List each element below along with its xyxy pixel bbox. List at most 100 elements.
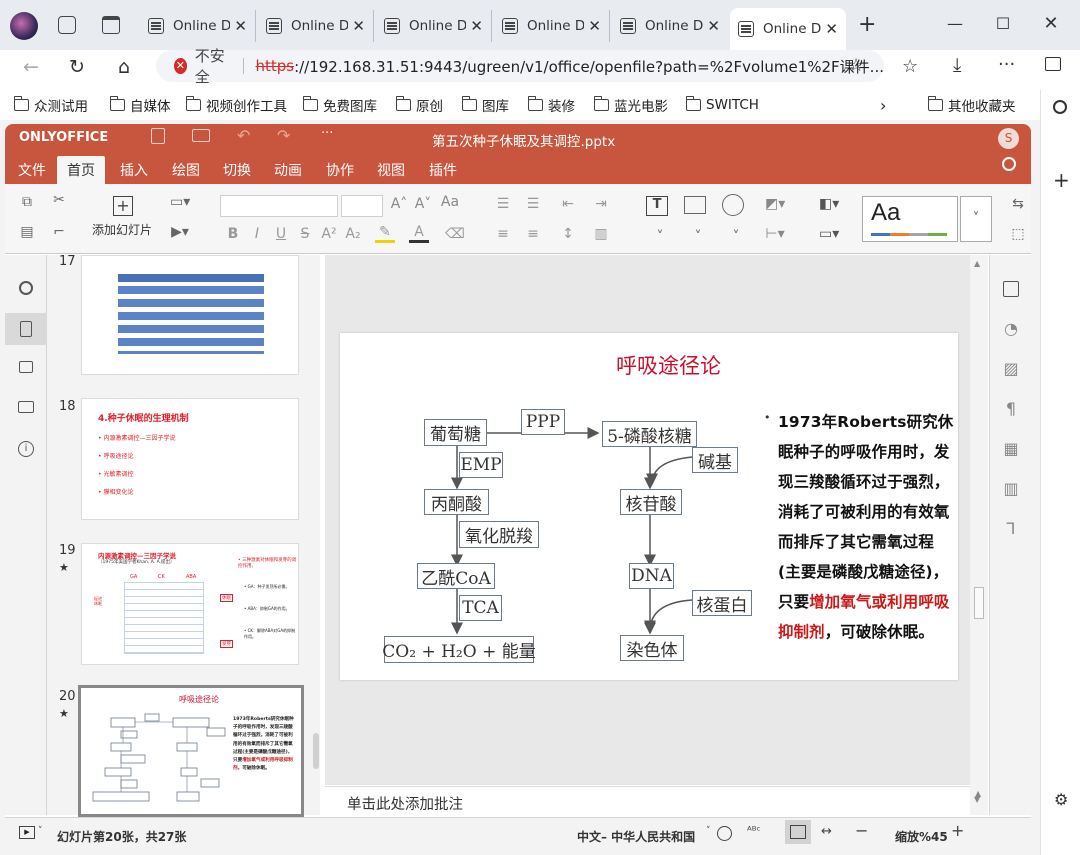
format-painter-icon[interactable]: ⌐ xyxy=(49,224,69,240)
align-left-icon[interactable]: ≡ xyxy=(493,226,513,242)
slide[interactable]: 呼吸途径论 葡萄糖 PPP 5-磷酸核糖 碱基 EMP 丙酮酸 核苷酸 氧化脱羧… xyxy=(340,333,958,680)
settings-icon[interactable]: ⚙ xyxy=(1054,790,1068,809)
text-art-settings-icon[interactable]: Ꞁ xyxy=(990,519,1031,538)
font-size-select[interactable] xyxy=(341,195,383,217)
bookmark-item[interactable]: SWITCH xyxy=(685,95,759,115)
shape-dropdown-icon[interactable]: ˅ xyxy=(726,229,746,245)
theme-dropdown-icon[interactable]: ˅ xyxy=(960,196,992,242)
bookmarks-overflow-icon[interactable]: › xyxy=(880,95,886,115)
image-settings-icon[interactable]: ▨ xyxy=(990,359,1031,378)
clear-format-icon[interactable]: ⌫ xyxy=(445,226,465,242)
chat-icon[interactable] xyxy=(18,401,34,413)
tab-actions-icon[interactable] xyxy=(102,16,120,34)
browser-tab[interactable]: Online Do✕ xyxy=(494,10,610,42)
scroll-up-icon[interactable]: ▲ xyxy=(974,259,980,268)
align-shape-icon[interactable]: ⊢▾ xyxy=(765,226,785,242)
undo-icon[interactable]: ↶ xyxy=(237,126,250,145)
browser-tab[interactable]: Online Do✕ xyxy=(376,10,492,42)
close-icon[interactable]: ✕ xyxy=(825,20,838,38)
theme-style-preview[interactable]: Aa xyxy=(862,196,958,242)
arrange-icon[interactable]: ◩▾ xyxy=(765,196,785,212)
bookmark-other[interactable]: 其他收藏夹 xyxy=(927,95,1016,115)
underline-icon[interactable]: U xyxy=(271,226,291,242)
add-slide-button[interactable]: 添加幻灯片 xyxy=(92,221,152,238)
align-vertical-icon[interactable]: ≡ xyxy=(523,226,543,242)
copy-icon[interactable]: ⧉ xyxy=(17,194,37,210)
slide-size-icon[interactable]: ▭▾ xyxy=(819,226,839,242)
search-icon[interactable] xyxy=(19,281,33,295)
bookmark-item[interactable]: 原创 xyxy=(395,95,443,115)
italic-icon[interactable]: I xyxy=(247,226,267,242)
close-icon[interactable]: ✕ xyxy=(707,17,720,35)
warning-icon[interactable]: ✕ xyxy=(174,58,187,74)
tab-plugins[interactable]: 插件 xyxy=(429,160,457,180)
spellcheck-icon[interactable]: ᴬᴮᶜ xyxy=(747,824,761,837)
close-window-button[interactable]: ✕ xyxy=(1028,10,1074,38)
browser-tab[interactable]: Online Do✕ xyxy=(612,10,728,42)
font-color-icon[interactable]: A xyxy=(409,224,429,243)
bookmark-item[interactable]: 视频创作工具 xyxy=(185,95,287,115)
search-icon[interactable] xyxy=(1053,100,1067,114)
increase-font-icon[interactable]: A˄ xyxy=(389,196,409,212)
add-icon[interactable]: + xyxy=(1053,168,1070,192)
shape-settings-icon[interactable]: ◔ xyxy=(990,319,1031,338)
slide-thumbnail[interactable]: 4.种子休眠的生理机制 • 内源激素调控—三因子学说 • 呼吸途径论 • 光敏素… xyxy=(81,398,299,520)
more-icon[interactable]: ··· xyxy=(321,126,333,141)
decrease-font-icon[interactable]: A˅ xyxy=(413,196,433,212)
bookmark-item[interactable]: 众测试用 xyxy=(13,95,88,115)
search-icon[interactable] xyxy=(1002,157,1016,171)
redo-icon[interactable]: ↷ xyxy=(277,126,290,145)
image-icon[interactable] xyxy=(684,196,706,214)
more-icon[interactable]: ··· xyxy=(998,54,1015,75)
slide-counter[interactable]: 幻灯片第20张，共27张 xyxy=(57,828,186,845)
minimize-button[interactable]: — xyxy=(932,10,978,38)
columns-icon[interactable]: ▥ xyxy=(591,226,611,242)
subscript-icon[interactable]: A₂ xyxy=(343,226,363,242)
slide-thumbnail[interactable]: 内源激素调控—三因子学说 （1975年美国学者Khan, A. A.提出） GA… xyxy=(81,543,299,665)
user-avatar[interactable]: S xyxy=(998,128,1019,149)
replace-icon[interactable]: ⇆ xyxy=(1008,196,1028,212)
bold-icon[interactable]: B xyxy=(223,226,243,242)
language-select[interactable]: 中文– 中华人民共和国 xyxy=(577,828,695,845)
change-case-icon[interactable]: Aa xyxy=(437,194,463,210)
paragraph-settings-icon[interactable]: ¶ xyxy=(990,399,1031,418)
close-icon[interactable]: ✕ xyxy=(352,17,365,35)
slides-panel-button[interactable] xyxy=(5,313,47,345)
address-bar[interactable]: ✕ 不安全 https ://192.168.31.51:9443/ugreen… xyxy=(156,47,884,86)
slide-settings-icon[interactable] xyxy=(1003,281,1019,297)
slide-thumbnail[interactable] xyxy=(81,255,299,375)
numbering-icon[interactable]: ☰ xyxy=(523,196,543,212)
notes-scroll-up-icon[interactable]: ▲ xyxy=(975,789,981,798)
new-tab-button[interactable]: + xyxy=(858,12,876,37)
bullets-icon[interactable]: ☰ xyxy=(493,196,513,212)
table-settings-icon[interactable]: ▦ xyxy=(990,439,1031,458)
paste-icon[interactable]: ▤ xyxy=(17,224,37,240)
notes-panel[interactable]: 单击此处添加批注 ▲ xyxy=(325,786,981,816)
tab-home[interactable]: 首页 xyxy=(57,156,105,184)
reload-button[interactable]: ↻ xyxy=(62,52,92,82)
font-name-select[interactable] xyxy=(220,195,338,217)
print-icon[interactable] xyxy=(192,129,210,142)
favorites-icon[interactable]: ☆ xyxy=(902,56,918,77)
fit-width-icon[interactable]: ↔ xyxy=(821,824,832,839)
bookmark-item[interactable]: 蓝光电影 xyxy=(593,95,668,115)
fit-slide-button[interactable] xyxy=(785,820,811,844)
play-slideshow-icon[interactable]: ▶ xyxy=(19,826,35,839)
vertical-scrollbar[interactable]: ▲ ▼ xyxy=(970,255,988,815)
profile-avatar[interactable] xyxy=(10,12,38,40)
superscript-icon[interactable]: A² xyxy=(319,226,339,242)
tab-view[interactable]: 视图 xyxy=(377,160,405,180)
bookmark-item[interactable]: 图库 xyxy=(461,95,509,115)
zoom-in-icon[interactable]: + xyxy=(951,821,964,840)
maximize-button[interactable]: ☐ xyxy=(980,10,1026,38)
bookmark-item[interactable]: 自媒体 xyxy=(109,95,171,115)
comments-icon[interactable] xyxy=(19,361,33,373)
download-icon[interactable]: ⤓ xyxy=(953,54,961,76)
close-icon[interactable]: ✕ xyxy=(588,17,601,35)
tab-file[interactable]: 文件 xyxy=(18,160,46,180)
bookmark-item[interactable]: 装修 xyxy=(527,95,575,115)
workspaces-icon[interactable] xyxy=(58,16,76,34)
select-icon[interactable]: ⬚ xyxy=(1008,226,1028,242)
back-button[interactable]: ← xyxy=(16,52,46,82)
play-dropdown-icon[interactable]: ˅ xyxy=(38,826,43,836)
